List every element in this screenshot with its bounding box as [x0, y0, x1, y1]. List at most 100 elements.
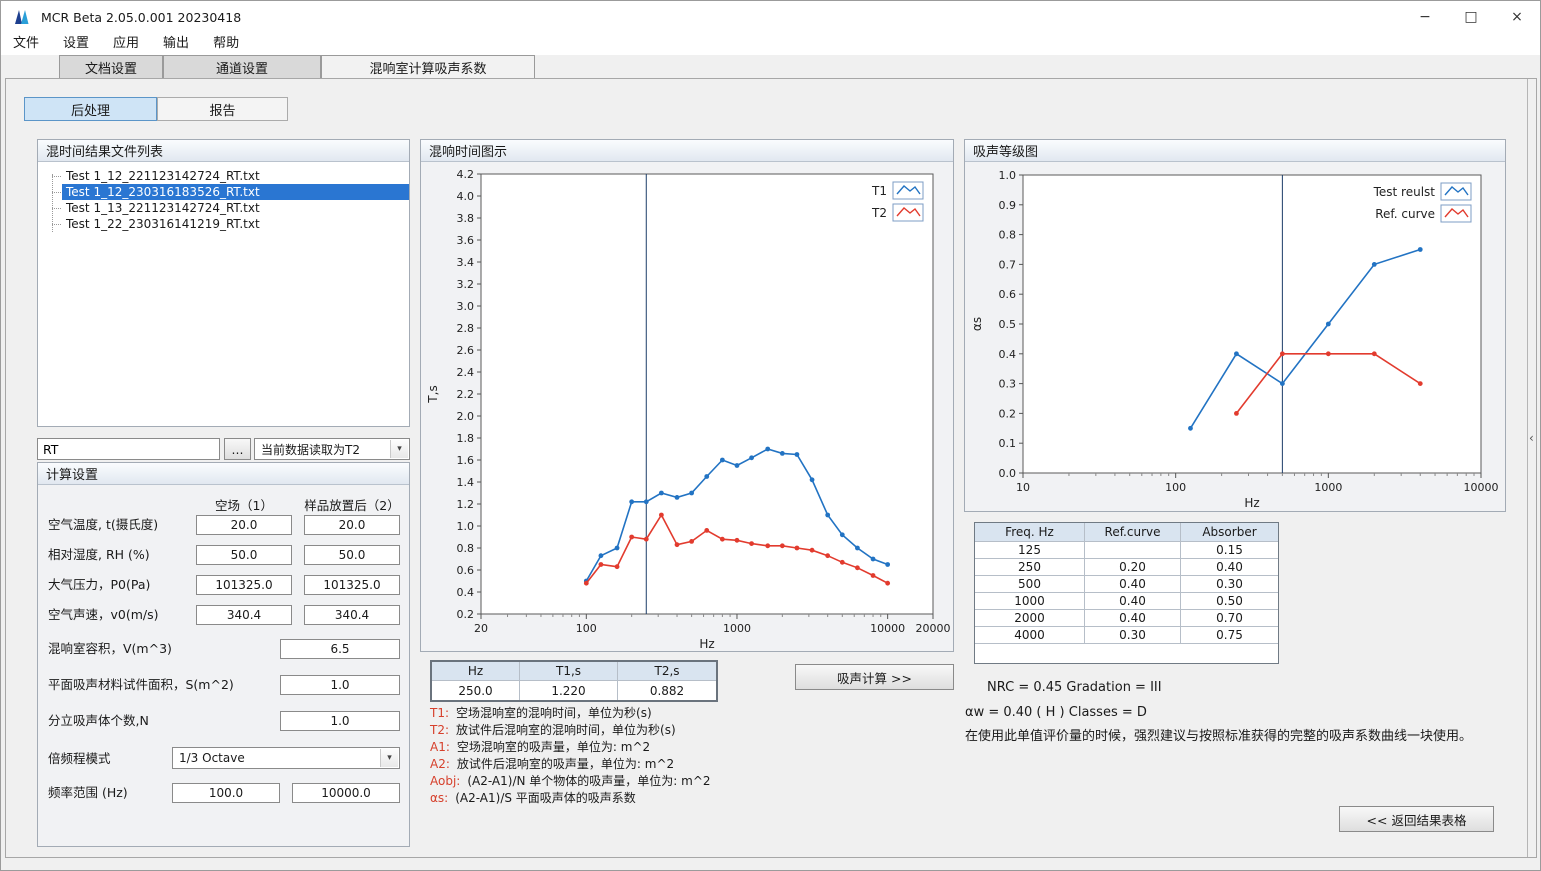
svg-text:Test reulst: Test reulst [1373, 185, 1436, 199]
svg-text:T2: T2 [871, 206, 887, 220]
svg-text:0.2: 0.2 [457, 608, 475, 621]
svg-text:10000: 10000 [1464, 481, 1499, 494]
list-item[interactable]: Test 1_22_230316141219_RT.txt [62, 216, 409, 232]
menu-bar: 文件 设置 应用 输出 帮助 [1, 33, 1540, 55]
result-file-panel: 混时间结果文件列表 Test 1_12_221123142724_RT.txt … [37, 139, 410, 427]
table-cell: 0.40 [1085, 610, 1181, 627]
svg-text:αs: αs [970, 317, 984, 331]
absorption-rating-chart[interactable]: 0.00.10.20.30.40.50.60.70.80.91.01010010… [967, 162, 1505, 515]
menu-settings[interactable]: 设置 [51, 33, 101, 55]
pressure-label: 大气压力，P0(Pa) [48, 575, 150, 595]
menu-file[interactable]: 文件 [1, 33, 51, 55]
menu-help[interactable]: 帮助 [201, 33, 251, 55]
table-cell: 2000 [975, 610, 1085, 627]
tab-channel-settings[interactable]: 通道设置 [163, 55, 321, 78]
table-header: Hz [432, 662, 520, 681]
maximize-button[interactable]: □ [1448, 1, 1494, 33]
svg-text:0.7: 0.7 [999, 258, 1017, 271]
svg-text:100: 100 [576, 622, 597, 635]
svg-text:T1: T1 [871, 184, 887, 198]
air-temp-field-1[interactable] [196, 515, 292, 535]
svg-text:Ref. curve: Ref. curve [1375, 207, 1435, 221]
svg-text:0.0: 0.0 [999, 467, 1017, 480]
humidity-field-1[interactable] [196, 545, 292, 565]
list-item[interactable]: Test 1_12_221123142724_RT.txt [62, 168, 409, 184]
humidity-field-2[interactable] [304, 545, 400, 565]
table-cell: 0.15 [1181, 542, 1278, 559]
result-file-list[interactable]: Test 1_12_221123142724_RT.txt Test 1_12_… [38, 162, 409, 426]
sound-speed-label: 空气声速，v0(m/s) [48, 605, 159, 625]
legend-notes: T1:空场混响室的混响时间，单位为秒(s) T2:放试件后混响室的混响时间，单位… [430, 704, 970, 814]
air-temp-field-2[interactable] [304, 515, 400, 535]
svg-text:3.2: 3.2 [457, 278, 475, 291]
svg-text:0.9: 0.9 [999, 199, 1017, 212]
svg-text:0.6: 0.6 [999, 288, 1017, 301]
sound-speed-field-1[interactable] [196, 605, 292, 625]
note-key: αs: [430, 791, 448, 805]
main-tabstrip: 文档设置 通道设置 混响室计算吸声系数 [1, 55, 1540, 78]
back-to-results-button[interactable]: << 返回结果表格 [1339, 806, 1494, 832]
app-window: MCR Beta 2.05.0.001 20230418 − □ × 文件 设置… [0, 0, 1541, 871]
svg-text:2.0: 2.0 [457, 410, 475, 423]
table-cell: 4000 [975, 627, 1085, 644]
svg-text:3.8: 3.8 [457, 212, 475, 225]
absorber-count-field[interactable] [280, 711, 400, 731]
browse-button[interactable]: ... [224, 438, 251, 460]
freq-min-field[interactable] [172, 783, 280, 803]
svg-text:2.4: 2.4 [457, 366, 475, 379]
reverb-time-panel-title: 混响时间图示 [421, 140, 953, 162]
table-cell: 500 [975, 576, 1085, 593]
table-cell: 1000 [975, 593, 1085, 610]
title-bar: MCR Beta 2.05.0.001 20230418 − □ × [1, 1, 1540, 33]
menu-apply[interactable]: 应用 [101, 33, 151, 55]
subtab-postprocess[interactable]: 后处理 [24, 97, 157, 121]
pressure-field-2[interactable] [304, 575, 400, 595]
reverberation-time-chart[interactable]: 0.20.40.60.81.01.21.41.61.82.02.22.42.62… [423, 162, 953, 655]
room-volume-field[interactable] [280, 639, 400, 659]
list-item[interactable]: Test 1_13_221123142724_RT.txt [62, 200, 409, 216]
svg-text:1000: 1000 [723, 622, 751, 635]
freq-max-field[interactable] [292, 783, 400, 803]
svg-text:1.4: 1.4 [457, 476, 475, 489]
svg-text:0.8: 0.8 [457, 542, 475, 555]
tab-document-settings[interactable]: 文档设置 [59, 55, 163, 78]
cursor-value-table: Hz T1,s T2,s 250.0 1.220 0.882 [430, 660, 718, 702]
side-splitter[interactable]: ‹ [1527, 79, 1537, 857]
subtab-report[interactable]: 报告 [157, 97, 288, 121]
svg-text:3.0: 3.0 [457, 300, 475, 313]
list-item-selected[interactable]: Test 1_12_230316183526_RT.txt [62, 184, 409, 200]
table-header: T1,s [520, 662, 618, 681]
close-button[interactable]: × [1494, 1, 1540, 33]
table-cell: 125 [975, 542, 1085, 559]
absorption-rating-panel-title: 吸声等级图 [965, 140, 1505, 162]
sound-speed-field-2[interactable] [304, 605, 400, 625]
absorption-calc-button[interactable]: 吸声计算 >> [795, 664, 954, 690]
table-cell: 0.20 [1085, 559, 1181, 576]
tab-reverb-absorption[interactable]: 混响室计算吸声系数 [321, 55, 535, 78]
svg-text:0.3: 0.3 [999, 378, 1017, 391]
pressure-field-1[interactable] [196, 575, 292, 595]
note-text: 放试件后混响室的混响时间，单位为秒(s) [456, 723, 676, 737]
svg-text:100: 100 [1165, 481, 1186, 494]
air-temp-label: 空气温度, t(摄氏度) [48, 515, 158, 535]
octave-mode-select[interactable]: 1/3 Octave ▾ [172, 747, 400, 769]
window-title: MCR Beta 2.05.0.001 20230418 [41, 10, 241, 25]
sample-area-field[interactable] [280, 675, 400, 695]
humidity-label: 相对湿度, RH (%) [48, 545, 150, 565]
svg-text:2.2: 2.2 [457, 388, 475, 401]
table-cell: 0.75 [1181, 627, 1278, 644]
svg-text:10: 10 [1016, 481, 1030, 494]
main-content: 后处理 报告 混时间结果文件列表 Test 1_12_221123142724_… [5, 78, 1537, 858]
svg-text:0.4: 0.4 [457, 586, 475, 599]
data-read-as-select[interactable]: 当前数据读取为T2 ▾ [254, 438, 410, 460]
svg-text:1.0: 1.0 [999, 169, 1017, 182]
rt-name-input[interactable] [37, 438, 220, 460]
collapse-arrow-icon[interactable]: ‹ [1529, 431, 1534, 445]
window-controls: − □ × [1402, 1, 1540, 33]
menu-output[interactable]: 输出 [151, 33, 201, 55]
svg-text:0.8: 0.8 [999, 229, 1017, 242]
chevron-down-icon: ▾ [380, 749, 398, 767]
freq-range-label: 频率范围 (Hz) [48, 783, 128, 803]
minimize-button[interactable]: − [1402, 1, 1448, 33]
absorber-table: Freq. Hz Ref.curve Absorber 125 0.15 250… [974, 522, 1279, 664]
